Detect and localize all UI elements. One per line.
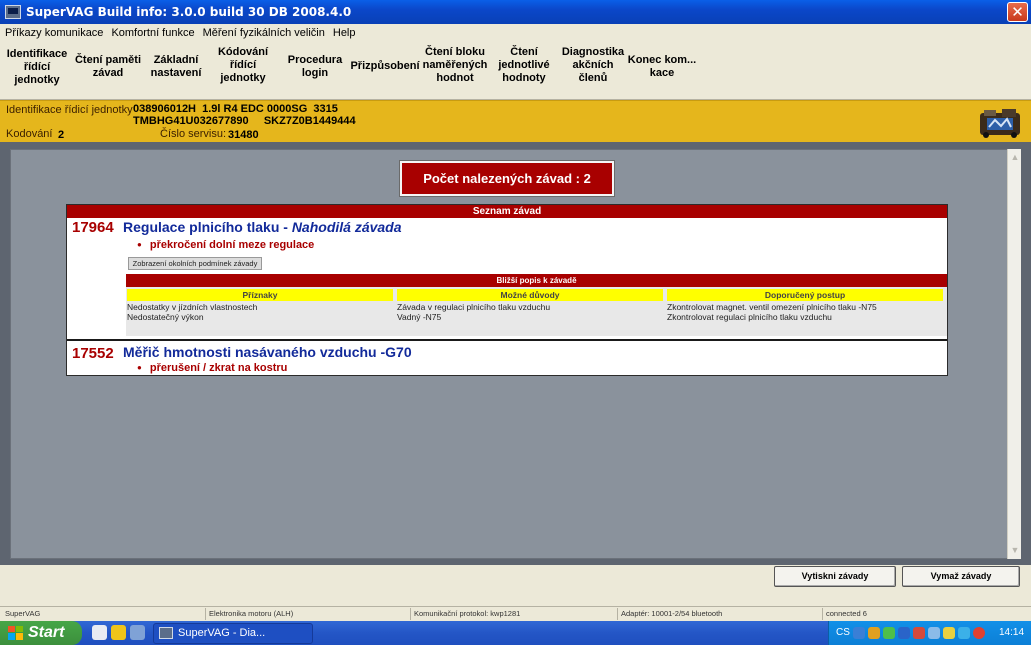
end-communication-button[interactable]: Konec kom... kace xyxy=(626,54,698,80)
service-label: Číslo servisu: xyxy=(160,128,227,140)
fault-detail: přerušení / zkrat na kostru xyxy=(137,362,288,374)
coding-button[interactable]: Kódování řídící jednotky xyxy=(211,46,275,85)
fix-text: Zkontrolovat regulaci plnicího tlaku vzd… xyxy=(667,312,832,322)
basic-settings-button[interactable]: Základní nastavení xyxy=(147,54,205,80)
ie-icon[interactable] xyxy=(92,625,107,640)
show-desktop-icon[interactable] xyxy=(130,625,145,640)
col-causes-header: Možné důvody xyxy=(397,289,663,301)
fault-name: Regulace plnicího tlaku - Nahodilá závad… xyxy=(123,219,402,235)
start-label: Start xyxy=(28,624,65,641)
system-tray: CS 14:14 xyxy=(828,621,1031,645)
print-faults-button[interactable]: Vytiskni závady xyxy=(774,566,896,587)
fault-code: 17964 xyxy=(72,219,114,236)
identification-button[interactable]: Identifikace řídící jednotky xyxy=(4,48,70,87)
status-adapter: Adaptér: 10001-2/54 bluetooth xyxy=(617,608,722,620)
status-bar: SuperVAG Elektronika motoru (ALH) Komuni… xyxy=(0,606,1031,620)
ident-line-1: 038906012H 1.9l R4 EDC 0000SG 3315 xyxy=(133,103,338,115)
status-app: SuperVAG xyxy=(5,609,41,618)
taskbar: Start SuperVAG - Dia... CS 14:14 xyxy=(0,621,1031,645)
start-button[interactable]: Start xyxy=(0,621,82,645)
cause-text: Závada v regulaci plnicího tlaku vzduchu xyxy=(397,302,551,312)
taskbar-window-button[interactable]: SuperVAG - Dia... xyxy=(153,623,313,644)
fault-name: Měřič hmotnosti nasávaného vzduchu -G70 xyxy=(123,344,412,360)
app-window: SuperVAG Build info: 3.0.0 build 30 DB 2… xyxy=(0,0,1031,645)
language-indicator[interactable]: CS xyxy=(836,627,850,638)
status-connection: connected 6 xyxy=(822,608,867,620)
fault-type: Nahodilá závada xyxy=(291,219,402,235)
antivirus-icon[interactable] xyxy=(913,627,925,639)
login-button[interactable]: Procedura login xyxy=(284,54,346,80)
taskbar-window-label: SuperVAG - Dia... xyxy=(178,627,266,639)
toolbar: Identifikace řídící jednotky Čtení pamět… xyxy=(0,42,1031,100)
fault-divider xyxy=(67,339,947,341)
title-bar[interactable]: SuperVAG Build info: 3.0.0 build 30 DB 2… xyxy=(0,0,1031,24)
vertical-scrollbar[interactable]: ▲ ▼ xyxy=(1007,149,1021,559)
read-single-value-button[interactable]: Čtení jednotlivé hodnoty xyxy=(493,46,555,85)
alert-icon[interactable] xyxy=(973,627,985,639)
adaptation-button[interactable]: Přizpůsobení xyxy=(347,60,423,73)
menu-communication[interactable]: Příkazy komunikace xyxy=(0,27,107,39)
fault-list: Seznam závad 17964 Regulace plnicího tla… xyxy=(66,204,948,376)
menu-comfort[interactable]: Komfortní funkce xyxy=(107,27,198,39)
menu-help[interactable]: Help xyxy=(329,27,360,39)
car-diagnostic-logo-icon xyxy=(980,109,1020,138)
col-symptoms-header: Příznaky xyxy=(127,289,393,301)
clear-faults-button[interactable]: Vymaž závady xyxy=(902,566,1020,587)
fault-name-text: Regulace plnicího tlaku - xyxy=(123,219,292,235)
ident-label: Identifikace řídicí jednotky xyxy=(6,104,133,116)
fault-detail-table: Bližší popis k závadě Příznaky Možné dův… xyxy=(126,274,947,336)
status-protocol: Komunikační protokol: kwp1281 xyxy=(410,608,520,620)
ecu-info-bar: Identifikace řídicí jednotky 038906012H … xyxy=(0,100,1031,142)
close-button[interactable]: ✕ xyxy=(1007,2,1028,22)
fix-text: Zkontrolovat magnet. ventil omezení plni… xyxy=(667,302,877,312)
scroll-down-icon[interactable]: ▼ xyxy=(1009,544,1021,556)
network-icon[interactable] xyxy=(868,627,880,639)
col-fix-header: Doporučený postup xyxy=(667,289,943,301)
read-faults-button[interactable]: Čtení paměti závad xyxy=(72,54,144,80)
fault-code: 17552 xyxy=(72,345,114,362)
volume-icon[interactable] xyxy=(943,627,955,639)
clock: 14:14 xyxy=(999,627,1025,638)
media-icon[interactable] xyxy=(111,625,126,640)
bluetooth-icon[interactable] xyxy=(898,627,910,639)
status-module: Elektronika motoru (ALH) xyxy=(205,608,293,620)
fault-count-banner: Počet nalezených závad : 2 xyxy=(399,160,615,197)
read-block-button[interactable]: Čtení bloku naměřených hodnot xyxy=(421,46,489,85)
fault-detail: překročení dolní meze regulace xyxy=(137,239,314,251)
help-icon[interactable] xyxy=(853,627,865,639)
security-icon[interactable] xyxy=(883,627,895,639)
actuator-test-button[interactable]: Diagnostika akčních členů xyxy=(558,46,628,85)
show-conditions-button[interactable]: Zobrazení okolních podmínek závady xyxy=(128,257,262,270)
symptom-text: Nedostatky v jízdních vlastnostech xyxy=(127,302,258,312)
coding-value: 2 xyxy=(58,129,65,141)
windows-logo-icon xyxy=(8,626,23,640)
update-icon[interactable] xyxy=(958,627,970,639)
ident-line-2: TMBHG41U032677890 SKZ7Z0B1449444 xyxy=(133,115,356,127)
coding-label: Kodování xyxy=(6,128,53,140)
menu-bar: Příkazy komunikace Komfortní funkce Měře… xyxy=(0,24,1031,42)
scroll-up-icon[interactable]: ▲ xyxy=(1009,151,1021,163)
menu-measurements[interactable]: Měření fyzikálních veličin xyxy=(199,27,329,39)
app-icon xyxy=(159,627,173,639)
window-title: SuperVAG Build info: 3.0.0 build 30 DB 2… xyxy=(26,5,352,19)
fault-list-header: Seznam závad xyxy=(67,205,947,218)
detail-header: Bližší popis k závadě xyxy=(126,274,947,287)
app-icon xyxy=(5,5,21,19)
display-icon[interactable] xyxy=(928,627,940,639)
cause-text: Vadný -N75 xyxy=(397,312,442,322)
service-value: 31480 xyxy=(228,129,259,141)
symptom-text: Nedostatečný výkon xyxy=(127,312,204,322)
